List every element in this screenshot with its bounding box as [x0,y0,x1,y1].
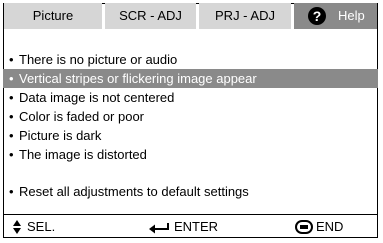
bullet: • [9,184,14,199]
list-item-label: Vertical stripes or flickering image app… [19,71,257,86]
bullet: • [9,147,14,162]
bullet: • [9,109,14,124]
end-button-icon [295,219,313,234]
footer-select-label: SEL. [27,219,56,234]
tab-help-label: Help [338,8,365,23]
bullet: • [9,128,14,143]
list-item-image-distorted[interactable]: • The image is distorted [3,145,378,164]
menu-tab-bar: Picture SCR - ADJ PRJ - ADJ ? Help [3,3,378,29]
list-item-reset-all[interactable]: • Reset all adjustments to default settin… [3,182,378,201]
footer-select-hint: SEL. [12,215,55,238]
footer-key-guide: SEL. ENTER END [3,214,378,238]
list-item-label: Color is faded or poor [19,109,145,124]
list-item-vertical-stripes[interactable]: • Vertical stripes or flickering image ap… [3,69,378,88]
list-item-label: The image is distorted [19,147,147,162]
list-item-picture-dark[interactable]: • Picture is dark [3,126,378,145]
list-item-label: There is no picture or audio [19,52,178,67]
list-item-color-faded[interactable]: • Color is faded or poor [3,107,378,126]
footer-end-label: END [316,219,344,234]
enter-arrow-icon [149,222,169,234]
footer-end-hint: END [295,215,343,238]
list-item-label: Reset all adjustments to default setting… [19,184,249,199]
up-down-arrows-icon [12,219,22,234]
tab-picture[interactable]: Picture [4,3,102,29]
tab-prj-adj[interactable]: PRJ - ADJ [199,3,291,29]
footer-enter-label: ENTER [174,219,219,234]
list-item-label: Data image is not centered [19,90,175,105]
footer-enter-hint: ENTER [148,215,218,238]
bullet: • [9,90,14,105]
tab-scr-adj[interactable]: SCR - ADJ [105,3,196,29]
help-topic-list: • There is no picture or audio • Vertical … [3,50,378,201]
tab-help[interactable]: ? Help [294,3,377,29]
bullet: • [9,52,14,67]
list-item-data-not-centered[interactable]: • Data image is not centered [3,88,378,107]
help-question-icon: ? [308,7,326,25]
bullet: • [9,71,14,86]
list-item-no-picture-audio[interactable]: • There is no picture or audio [3,50,378,69]
list-item-label: Picture is dark [19,128,102,143]
